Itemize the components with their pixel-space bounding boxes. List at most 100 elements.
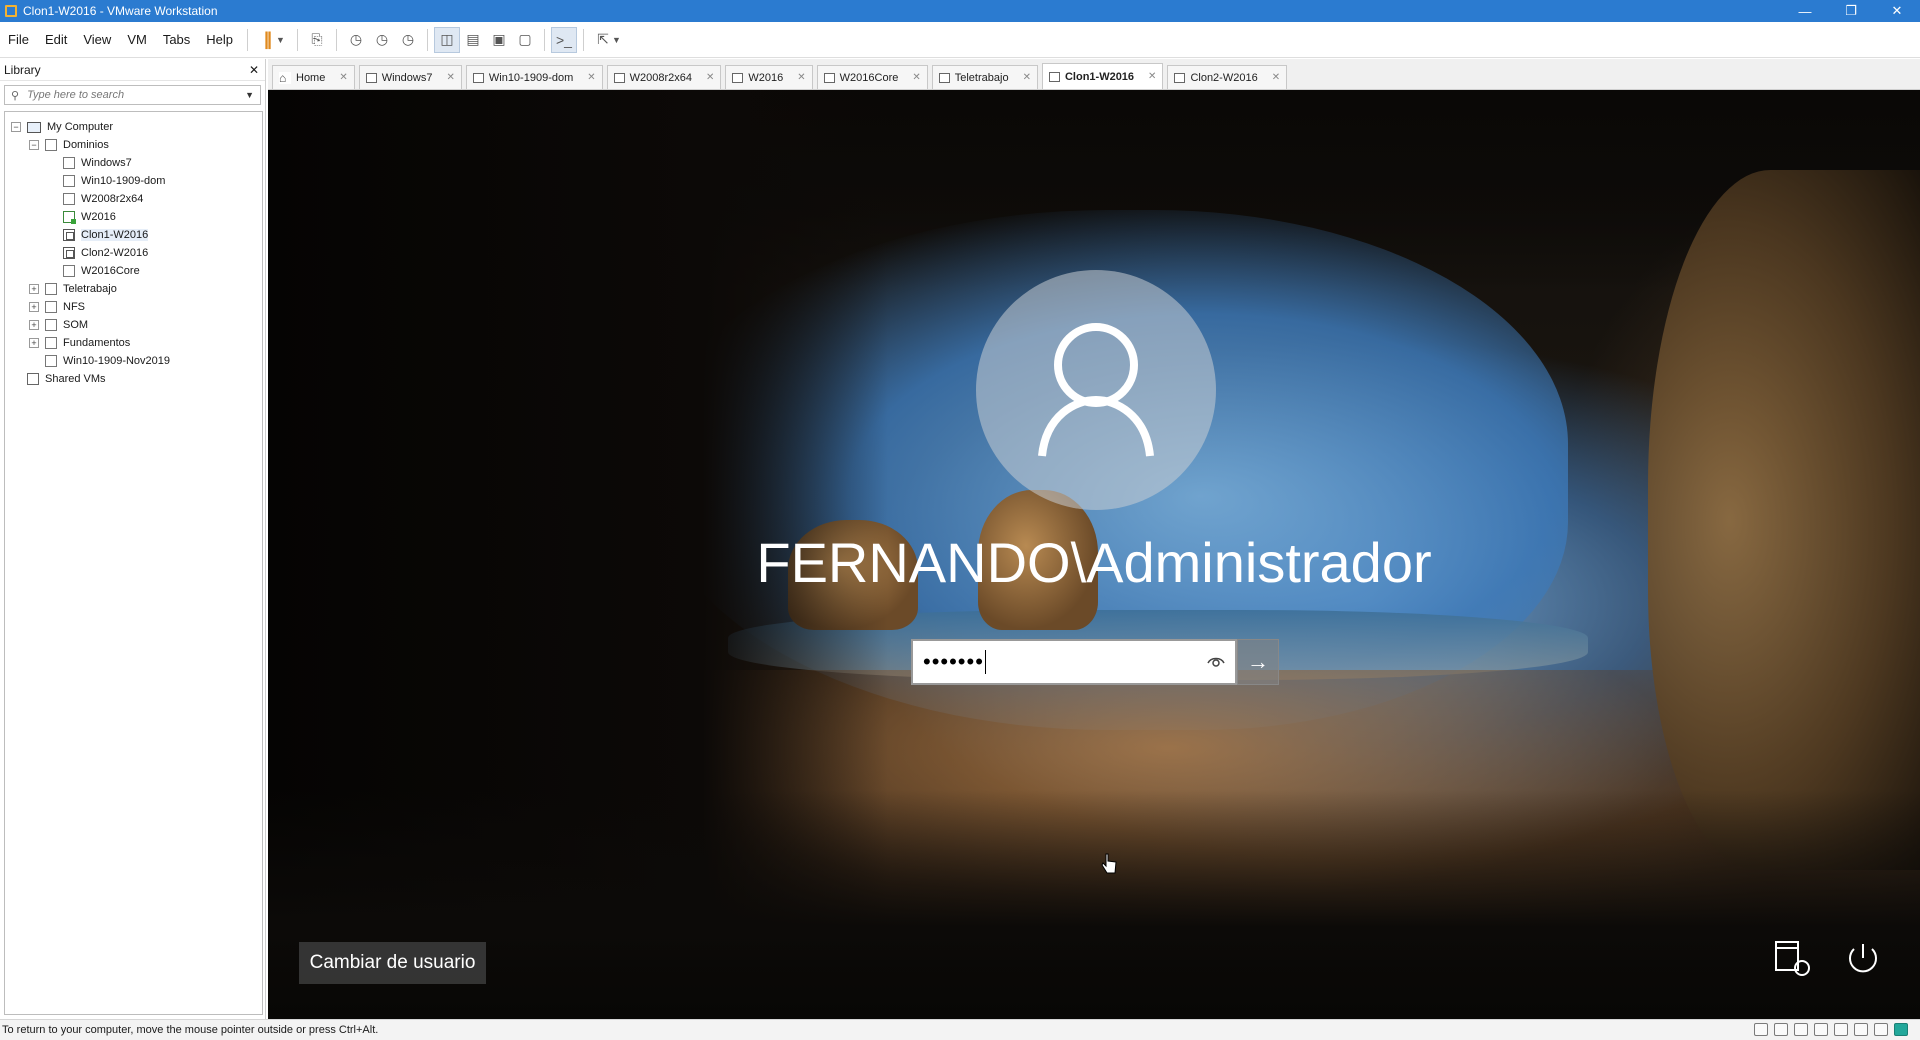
reveal-password-icon[interactable] xyxy=(1205,651,1227,673)
close-tab-icon[interactable]: ✕ xyxy=(1023,72,1031,83)
sound-icon[interactable] xyxy=(1834,1023,1848,1036)
collapse-icon[interactable]: − xyxy=(11,122,21,132)
vm-icon xyxy=(823,72,835,83)
tree-item[interactable]: Windows7 xyxy=(5,154,262,172)
close-tab-icon[interactable]: ✕ xyxy=(446,72,454,83)
close-tab-icon[interactable]: ✕ xyxy=(1272,72,1280,83)
usb-icon[interactable] xyxy=(1854,1023,1868,1036)
vm-icon xyxy=(938,72,950,83)
cd-dvd-icon[interactable] xyxy=(1774,1023,1788,1036)
tree-spacer xyxy=(29,356,39,366)
tree-spacer xyxy=(47,194,57,204)
unity-icon[interactable]: ▢ xyxy=(512,27,538,53)
close-tab-icon[interactable]: ✕ xyxy=(797,72,805,83)
submit-arrow-button[interactable]: → xyxy=(1237,639,1279,685)
menu-tabs[interactable]: Tabs xyxy=(155,32,198,47)
sidebar-toggle-icon[interactable]: ◫ xyxy=(433,26,460,53)
close-library-icon[interactable]: ✕ xyxy=(249,63,259,77)
tree-item[interactable]: W2008r2x64 xyxy=(5,190,262,208)
snapshot-manager-icon[interactable]: ◷ xyxy=(395,27,421,53)
tree-item[interactable]: W2016 xyxy=(5,208,262,226)
tree-spacer xyxy=(47,230,57,240)
tab-clon2-w2016[interactable]: Clon2-W2016 ✕ xyxy=(1167,65,1288,89)
tree-item[interactable]: Clon1-W2016 xyxy=(5,226,262,244)
tree-item-label: SOM xyxy=(63,319,89,331)
console-icon[interactable]: >_ xyxy=(550,26,577,53)
message-log-icon[interactable] xyxy=(1894,1023,1908,1036)
expand-icon[interactable]: + xyxy=(29,338,39,348)
tab-win10-1909-dom[interactable]: Win10-1909-dom ✕ xyxy=(465,65,603,89)
tab-w2008r2x64[interactable]: W2008r2x64 ✕ xyxy=(606,65,722,89)
revert-icon[interactable]: ◷ xyxy=(369,27,395,53)
power-icon[interactable] xyxy=(1842,938,1884,980)
menu-file[interactable]: File xyxy=(0,32,37,47)
pause-dropdown-icon[interactable]: ▼ xyxy=(276,35,285,45)
switch-user-button[interactable]: Cambiar de usuario xyxy=(299,942,486,984)
hard-disk-icon[interactable] xyxy=(1754,1023,1768,1036)
tab-w2016core[interactable]: W2016Core ✕ xyxy=(816,65,928,89)
tree-item-label: W2016Core xyxy=(81,265,140,277)
tree-item-label: My Computer xyxy=(47,121,114,133)
tab-label: W2008r2x64 xyxy=(629,71,693,84)
tree-item-label: Windows7 xyxy=(81,157,132,169)
stretch-dropdown-icon[interactable]: ▼ xyxy=(612,35,621,45)
password-field[interactable]: ••••••• xyxy=(911,639,1237,685)
vm-icon xyxy=(365,72,377,83)
tree-item[interactable]: W2016Core xyxy=(5,262,262,280)
menu-edit[interactable]: Edit xyxy=(37,32,75,47)
tab-teletrabajo[interactable]: Teletrabajo ✕ xyxy=(931,65,1038,89)
tree-spacer xyxy=(47,266,57,276)
folder-icon xyxy=(45,337,57,349)
menu-view[interactable]: View xyxy=(75,32,119,47)
library-search[interactable]: ⚲ Type here to search ▼ xyxy=(4,85,261,105)
close-icon[interactable]: ✕ xyxy=(1874,0,1920,22)
library-panel: Library ✕ ⚲ Type here to search ▼ − My Co… xyxy=(0,59,266,1019)
snapshot-icon[interactable]: ◷ xyxy=(343,27,369,53)
tree-item[interactable]: Shared VMs xyxy=(5,370,262,388)
search-dropdown-icon[interactable]: ▼ xyxy=(245,90,254,100)
display-icon[interactable] xyxy=(1874,1023,1888,1036)
menu-help[interactable]: Help xyxy=(198,32,241,47)
close-tab-icon[interactable]: ✕ xyxy=(706,72,714,83)
minimize-icon[interactable]: — xyxy=(1782,0,1828,22)
vm-icon xyxy=(732,72,744,83)
tree-item[interactable]: + Teletrabajo xyxy=(5,280,262,298)
computer-icon xyxy=(27,121,41,133)
tree-item[interactable]: Win10-1909-Nov2019 xyxy=(5,352,262,370)
close-tab-icon[interactable]: ✕ xyxy=(912,72,920,83)
printer-icon[interactable] xyxy=(1814,1023,1828,1036)
expand-icon[interactable]: + xyxy=(29,302,39,312)
tree-item[interactable]: Win10-1909-dom xyxy=(5,172,262,190)
running-icon xyxy=(63,211,76,224)
tree-item[interactable]: + SOM xyxy=(5,316,262,334)
thumbnail-icon[interactable]: ▤ xyxy=(460,27,486,53)
collapse-icon[interactable]: − xyxy=(29,140,39,150)
expand-icon[interactable]: + xyxy=(29,320,39,330)
network-adapter-icon[interactable] xyxy=(1794,1023,1808,1036)
tree-item[interactable]: − My Computer xyxy=(5,118,262,136)
tab-home[interactable]: ⌂ Home ✕ xyxy=(272,65,355,89)
tree-item-label: W2016 xyxy=(81,211,116,223)
expand-icon[interactable]: + xyxy=(29,284,39,294)
network-icon[interactable] xyxy=(1772,938,1814,980)
restore-icon[interactable]: ❐ xyxy=(1828,0,1874,22)
vm-icon xyxy=(1174,72,1186,83)
search-input[interactable]: Type here to search xyxy=(27,89,245,101)
close-tab-icon[interactable]: ✕ xyxy=(587,72,595,83)
vm-icon xyxy=(613,72,625,83)
tree-item-label: Teletrabajo xyxy=(63,283,117,295)
tree-item[interactable]: Clon2-W2016 xyxy=(5,244,262,262)
tab-w2016[interactable]: W2016 ✕ xyxy=(725,65,813,89)
tree-item[interactable]: + NFS xyxy=(5,298,262,316)
send-keys-icon[interactable]: ⎘ xyxy=(304,27,330,53)
menu-vm[interactable]: VM xyxy=(119,32,155,47)
vm-console[interactable]: FERNANDO\Administrador ••••••• → Cambiar… xyxy=(268,90,1920,1019)
window-controls: — ❐ ✕ xyxy=(1782,0,1920,22)
fullscreen-icon[interactable]: ▣ xyxy=(486,27,512,53)
close-tab-icon[interactable]: ✕ xyxy=(1148,71,1156,82)
tree-item[interactable]: + Fundamentos xyxy=(5,334,262,352)
tab-clon1-w2016[interactable]: Clon1-W2016 ✕ xyxy=(1041,63,1164,89)
tab-windows7[interactable]: Windows7 ✕ xyxy=(358,65,462,89)
tree-item[interactable]: − Dominios xyxy=(5,136,262,154)
close-tab-icon[interactable]: ✕ xyxy=(339,72,347,83)
